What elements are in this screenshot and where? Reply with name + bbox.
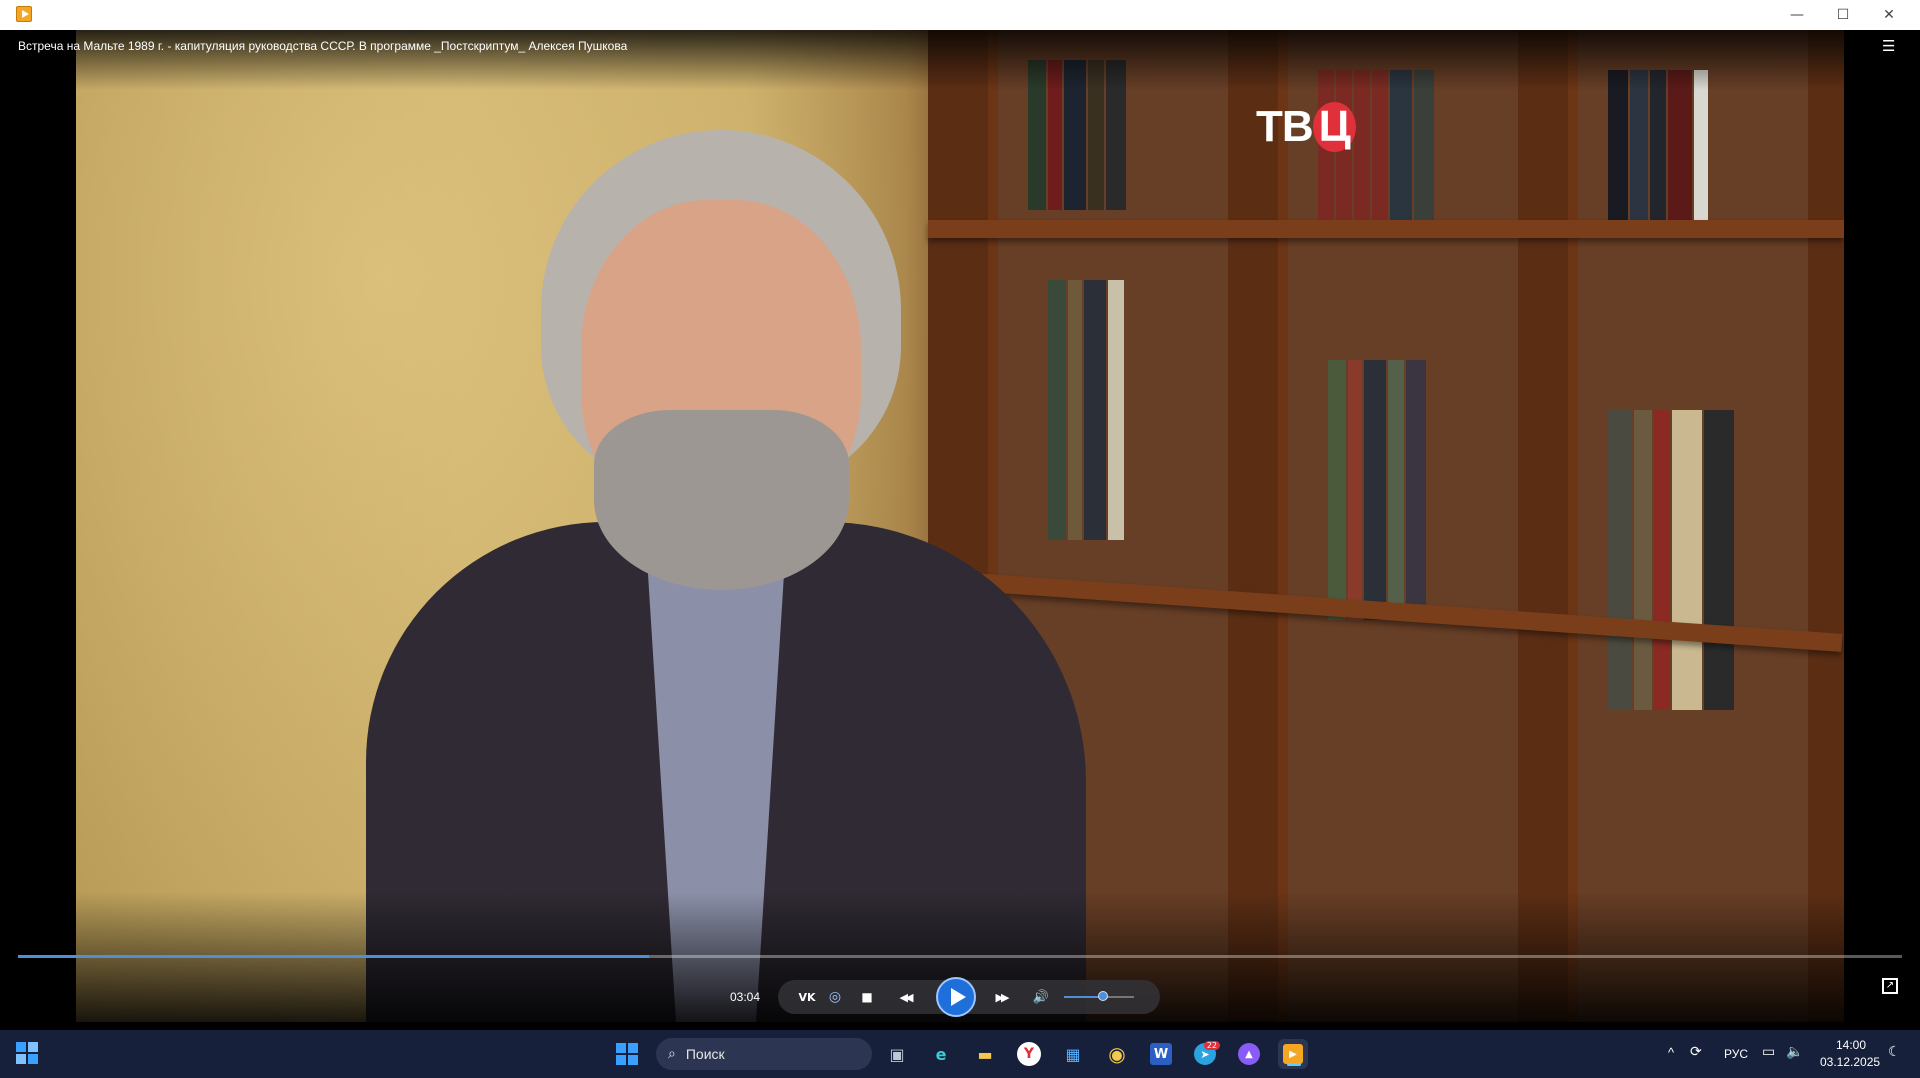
taskbar: ⌕ Поиск ▣ e ▬ Y ▦ ◉ W ➤ 22 ▲ ▶ ^ ⟳ РУС ▭…: [0, 1030, 1920, 1078]
current-time: 03:04: [730, 990, 761, 1004]
playback-controls: VK ◎ ■ ◀◀ ▶▶ 🔊: [778, 977, 1160, 1017]
sync-icon[interactable]: ⟳: [1690, 1044, 1702, 1060]
alice-icon[interactable]: ▲: [1234, 1039, 1264, 1069]
speaker-icon[interactable]: 🔈: [1786, 1044, 1803, 1060]
notifications-icon[interactable]: ☾: [1888, 1044, 1901, 1060]
task-view-icon[interactable]: ▣: [882, 1039, 912, 1069]
file-explorer-icon[interactable]: ▬: [970, 1039, 1000, 1069]
interviewee: [366, 90, 1086, 1022]
clock-date[interactable]: 03.12.2025: [1820, 1055, 1880, 1069]
tray-chevron-icon[interactable]: ^: [1668, 1045, 1674, 1060]
windows-start-icon[interactable]: [612, 1039, 642, 1069]
volume-slider-thumb[interactable]: [1097, 991, 1108, 1001]
volume-icon[interactable]: 🔊: [1026, 980, 1056, 1014]
yandex-browser-icon[interactable]: Y: [1014, 1039, 1044, 1069]
microsoft-store-icon[interactable]: ▦: [1058, 1039, 1088, 1069]
rewind-button[interactable]: ◀◀: [890, 980, 920, 1014]
language-indicator[interactable]: РУС: [1724, 1047, 1748, 1061]
telegram-notification-badge: 22: [1203, 1041, 1220, 1050]
chrome-icon[interactable]: ◉: [1102, 1039, 1132, 1069]
video-title: Встреча на Мальте 1989 г. - капитуляция …: [18, 39, 628, 53]
seek-bar[interactable]: [18, 955, 1902, 958]
widgets-icon[interactable]: [16, 1042, 40, 1066]
volume-slider[interactable]: [1064, 991, 1134, 1001]
close-button[interactable]: ✕: [1866, 0, 1912, 30]
search-icon: ⌕: [668, 1046, 676, 1062]
vk-share-icon[interactable]: VK: [792, 980, 822, 1014]
channel-logo: ТВ Ц: [1256, 102, 1356, 152]
loop-icon[interactable]: ◎: [820, 980, 850, 1014]
stop-button[interactable]: ■: [852, 980, 882, 1014]
video-frame[interactable]: ТВ Ц: [76, 30, 1844, 1022]
play-button[interactable]: [936, 977, 976, 1017]
seek-bar-progress: [18, 955, 650, 958]
network-icon[interactable]: ▭: [1762, 1044, 1775, 1060]
telegram-icon[interactable]: ➤ 22: [1190, 1039, 1220, 1069]
clock-time[interactable]: 14:00: [1836, 1038, 1866, 1052]
search-placeholder: Поиск: [685, 1046, 725, 1062]
window-titlebar: — ☐ ✕: [0, 0, 1920, 30]
video-player[interactable]: ТВ Ц Встреча на Мальте 1989 г. - капитуля…: [8, 30, 1912, 1022]
maximize-button[interactable]: ☐: [1820, 0, 1866, 30]
edge-icon[interactable]: e: [926, 1039, 956, 1069]
taskbar-search-input[interactable]: ⌕ Поиск: [656, 1038, 872, 1070]
playlist-icon[interactable]: ☰: [1882, 38, 1900, 54]
minimize-button[interactable]: —: [1774, 0, 1820, 30]
word-icon[interactable]: W: [1146, 1039, 1176, 1069]
media-player-app-icon: [16, 6, 32, 22]
media-player-taskbar-icon[interactable]: ▶: [1278, 1039, 1308, 1069]
fullscreen-icon[interactable]: ↗: [1882, 978, 1898, 994]
fast-forward-button[interactable]: ▶▶: [986, 980, 1016, 1014]
